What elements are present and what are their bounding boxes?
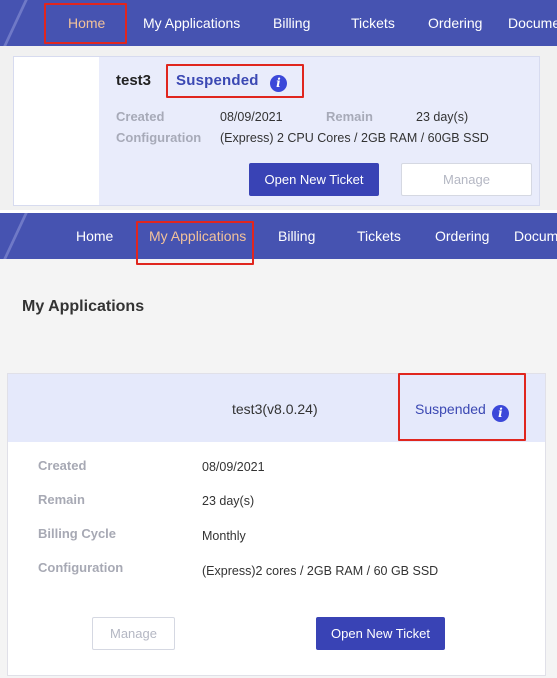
remain-value: 23 day(s): [416, 110, 469, 124]
nav-home[interactable]: Home: [68, 0, 105, 46]
home-panel: Home My Applications Billing Tickets Ord…: [0, 0, 557, 210]
page-title: My Applications: [22, 298, 145, 315]
status-badge: Suspended i: [415, 401, 509, 422]
app-card: test3(v8.0.24) Suspended i Created 08/09/…: [7, 373, 546, 676]
nav-documents[interactable]: Docume: [508, 0, 557, 46]
detail-label-remain: Remain: [38, 492, 85, 507]
nav-ordering[interactable]: Ordering: [428, 0, 482, 46]
nav-billing[interactable]: Billing: [278, 213, 315, 259]
info-icon[interactable]: i: [491, 405, 509, 422]
nav-my-applications[interactable]: My Applications: [143, 0, 240, 46]
status-badge: Suspended i: [176, 72, 288, 92]
logo-slash-icon: [3, 0, 28, 46]
nav-documents[interactable]: Docum: [514, 213, 557, 259]
detail-label-created: Created: [38, 458, 87, 473]
created-label: Created: [116, 109, 165, 124]
nav-ordering[interactable]: Ordering: [435, 213, 489, 259]
detail-label-configuration: Configuration: [38, 560, 124, 575]
manage-button[interactable]: Manage: [401, 163, 532, 196]
top-nav-bar-2: Home My Applications Billing Tickets Ord…: [0, 213, 557, 259]
nav-home[interactable]: Home: [76, 213, 113, 259]
app-thumbnail: [14, 57, 99, 205]
my-applications-panel: Home My Applications Billing Tickets Ord…: [0, 213, 557, 678]
app-name: test3(v8.0.24): [232, 401, 318, 417]
nav-billing[interactable]: Billing: [273, 0, 310, 46]
open-new-ticket-button[interactable]: Open New Ticket: [316, 617, 445, 650]
top-nav-bar: Home My Applications Billing Tickets Ord…: [0, 0, 557, 46]
app-card: test3 Suspended i Created 08/09/2021 Rem…: [13, 56, 540, 206]
detail-label-billing-cycle: Billing Cycle: [38, 526, 117, 541]
open-new-ticket-button[interactable]: Open New Ticket: [249, 163, 379, 196]
nav-tickets[interactable]: Tickets: [357, 213, 401, 259]
configuration-label: Configuration: [116, 130, 202, 145]
detail-value-remain: 23 day(s): [202, 494, 255, 508]
detail-value-configuration: (Express)2 cores / 2GB RAM / 60 GB SSD: [202, 564, 439, 578]
status-text: Suspended: [176, 72, 259, 89]
created-value: 08/09/2021: [220, 110, 283, 124]
detail-value-created: 08/09/2021: [202, 460, 265, 474]
app-name: test3: [116, 72, 152, 89]
detail-value-billing-cycle: Monthly: [202, 529, 246, 543]
status-text: Suspended: [415, 401, 486, 417]
info-icon[interactable]: i: [270, 75, 288, 92]
nav-my-applications[interactable]: My Applications: [149, 213, 246, 259]
nav-tickets[interactable]: Tickets: [351, 0, 395, 46]
configuration-value: (Express) 2 CPU Cores / 2GB RAM / 60GB S…: [220, 131, 489, 145]
logo-slash-icon: [3, 213, 28, 259]
manage-button[interactable]: Manage: [92, 617, 175, 650]
remain-label: Remain: [326, 109, 373, 124]
